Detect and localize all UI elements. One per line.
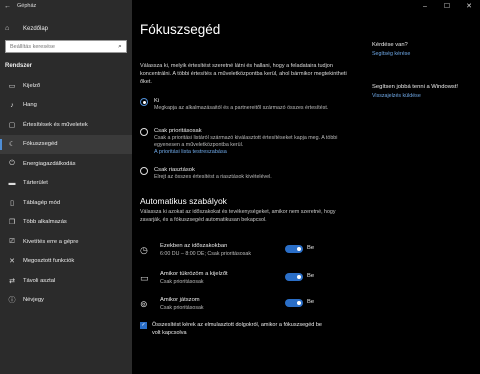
radio-priority-only[interactable] — [140, 128, 148, 136]
toggle-state: Be — [307, 245, 315, 251]
sidebar-item-label: Tárterület — [23, 180, 48, 187]
speaker-icon: ♪ — [10, 101, 14, 109]
sidebar-item-tablet-mode[interactable]: ▯ Táblagép mód — [0, 193, 132, 213]
sidebar-section-title: Rendszer — [5, 63, 33, 69]
search-box[interactable]: ⌕ — [5, 40, 127, 53]
option-description: Megkapja az alkalmazásaitól és a partner… — [154, 105, 329, 111]
notification-icon: ▢ — [8, 121, 16, 129]
intro-text: Válassza ki, melyik értesítést szeretné … — [140, 63, 347, 85]
window-controls: – ☐ ✕ — [414, 0, 480, 12]
sidebar-nav: ▭ Kijelző ♪ Hang ▢ Értesítések és művele… — [0, 76, 132, 310]
power-icon: ⏻ — [9, 159, 15, 167]
option-priority-only[interactable]: Csak prioritásosak Csak a prioritási lis… — [140, 128, 344, 155]
summary-checkbox[interactable]: ✓ — [140, 322, 147, 329]
sidebar-item-remote-desktop[interactable]: ⇄ Távoli asztal — [0, 271, 132, 291]
rule-title: Amikor játszom — [160, 297, 200, 303]
sidebar-item-label: Kivetítés erre a gépre — [23, 238, 79, 245]
rule-subtitle: 6:00 DU – 8:00 DE; Csak prioritásosak — [160, 251, 251, 257]
monitor-icon: ▭ — [140, 273, 149, 283]
multitasking-icon: ❐ — [8, 219, 16, 227]
summary-checkbox-row[interactable]: ✓ Összesítést kérek az elmulasztott dolg… — [140, 321, 322, 337]
search-icon[interactable]: ⌕ — [114, 43, 126, 51]
rule-subtitle: Csak prioritásosak — [160, 305, 204, 311]
sidebar-item-label: Hang — [23, 102, 37, 109]
radio-alarms-only[interactable] — [140, 167, 148, 175]
storage-icon: ▬ — [8, 179, 16, 187]
title-bar-left: ← Gépház — [0, 0, 132, 12]
sidebar-item-sound[interactable]: ♪ Hang — [0, 96, 132, 116]
shared-icon: ✕ — [9, 258, 15, 266]
home-label: Kezdőlap — [23, 25, 49, 32]
sidebar-item-label: Megosztott funkciók — [23, 258, 75, 265]
sidebar-item-focus-assist[interactable]: ☾ Fókuszsegéd — [0, 134, 132, 154]
sidebar-item-storage[interactable]: ▬ Tárterület — [0, 174, 132, 194]
toggle-state: Be — [307, 273, 315, 279]
sidebar-item-label: Kijelző — [23, 82, 41, 89]
rule-title: Amikor tükrözöm a kijelzőt — [160, 271, 228, 277]
sidebar-item-label: Fókuszsegéd — [23, 141, 58, 148]
feedback-section: Segítsen jobbá tenni a Windowst! Visszaj… — [372, 84, 472, 99]
help-heading: Kérdése van? — [372, 42, 408, 48]
sidebar-item-label: Táblagép mód — [23, 199, 61, 206]
sidebar-item-projecting[interactable]: ⎚ Kivetítés erre a gépre — [0, 232, 132, 252]
rule-toggle[interactable] — [285, 273, 303, 281]
search-input[interactable] — [6, 43, 114, 50]
sidebar-item-multitasking[interactable]: ❐ Több alkalmazás — [0, 213, 132, 233]
automatic-rules-intro: Válassza ki azokat az időszakokat és tev… — [140, 209, 336, 223]
sidebar-item-display[interactable]: ▭ Kijelző — [0, 76, 132, 96]
option-label: Csak riasztások — [154, 167, 195, 173]
minimize-button[interactable]: – — [414, 0, 436, 12]
back-arrow-icon[interactable]: ← — [4, 3, 11, 10]
help-section: Kérdése van? Segítség kérése — [372, 42, 472, 57]
sidebar-item-shared[interactable]: ✕ Megosztott funkciók — [0, 252, 132, 272]
sidebar-item-label: Energiagazdálkodás — [23, 160, 76, 167]
sidebar-home[interactable]: ⌂ Kezdőlap — [5, 25, 48, 32]
customize-priority-link[interactable]: A prioritási lista testreszabása — [154, 149, 344, 155]
page-title: Fókuszsegéd — [140, 22, 221, 37]
app-title: Gépház — [17, 3, 37, 9]
rule-duplicating-display[interactable]: ▭ Amikor tükrözöm a kijelzőt Csak priori… — [140, 271, 340, 291]
sidebar-item-label: Távoli asztal — [23, 277, 56, 284]
feedback-heading: Segítsen jobbá tenni a Windowst! — [372, 84, 459, 90]
rule-playing-game[interactable]: ⊚ Amikor játszom Csak prioritásosak Be — [140, 297, 340, 317]
sidebar-item-notifications[interactable]: ▢ Értesítések és műveletek — [0, 115, 132, 135]
radio-off[interactable] — [140, 98, 148, 106]
clock-icon: ◷ — [140, 245, 148, 255]
rule-subtitle: Csak prioritásosak — [160, 279, 204, 285]
option-label: Csak prioritásosak — [154, 128, 202, 134]
rule-title: Ezekben az időszakokban — [160, 243, 228, 249]
maximize-button[interactable]: ☐ — [436, 0, 458, 12]
option-off[interactable]: Ki Megkapja az alkalmazásaitól és a part… — [140, 98, 344, 112]
automatic-rules-title: Automatikus szabályok — [140, 196, 227, 206]
sidebar-item-power[interactable]: ⏻ Energiagazdálkodás — [0, 154, 132, 174]
close-button[interactable]: ✕ — [458, 0, 480, 12]
sidebar-item-label: Névjegy — [23, 297, 44, 304]
projecting-icon: ⎚ — [9, 237, 15, 245]
title-bar: ← Gépház – ☐ ✕ — [0, 0, 480, 12]
display-icon: ▭ — [8, 82, 16, 90]
sidebar-item-about[interactable]: ⓘ Névjegy — [0, 291, 132, 311]
rule-toggle[interactable] — [285, 299, 303, 307]
main-content: Fókuszsegéd Válassza ki, melyik értesíté… — [132, 12, 480, 374]
rule-toggle[interactable] — [285, 245, 303, 253]
give-feedback-link[interactable]: Visszajelzés küldése — [372, 93, 472, 99]
moon-icon: ☾ — [8, 141, 16, 149]
rule-during-times[interactable]: ◷ Ezekben az időszakokban 6:00 DU – 8:00… — [140, 243, 340, 263]
option-alarms-only[interactable]: Csak riasztások Elrejt az összes értesít… — [140, 167, 344, 181]
sidebar-item-label: Több alkalmazás — [23, 219, 67, 226]
sidebar-item-label: Értesítések és műveletek — [23, 121, 88, 128]
summary-checkbox-label: Összesítést kérek az elmulasztott dolgok… — [152, 322, 322, 336]
gamepad-icon: ⊚ — [140, 299, 148, 309]
option-label: Ki — [154, 98, 160, 104]
remote-desktop-icon: ⇄ — [9, 277, 15, 285]
home-icon: ⌂ — [5, 25, 10, 32]
info-icon: ⓘ — [8, 297, 16, 305]
option-description: Elrejt az összes értesítést a riasztások… — [154, 174, 272, 180]
sidebar: ⌂ Kezdőlap ⌕ Rendszer ▭ Kijelző ♪ Hang ▢… — [0, 12, 132, 374]
tablet-icon: ▯ — [10, 199, 14, 207]
get-help-link[interactable]: Segítség kérése — [372, 51, 472, 57]
toggle-state: Be — [307, 299, 315, 305]
settings-window: ← Gépház – ☐ ✕ ⌂ Kezdőlap ⌕ Rendszer ▭ K… — [0, 0, 480, 374]
option-description: Csak a prioritási listáról származó kivá… — [154, 135, 338, 148]
